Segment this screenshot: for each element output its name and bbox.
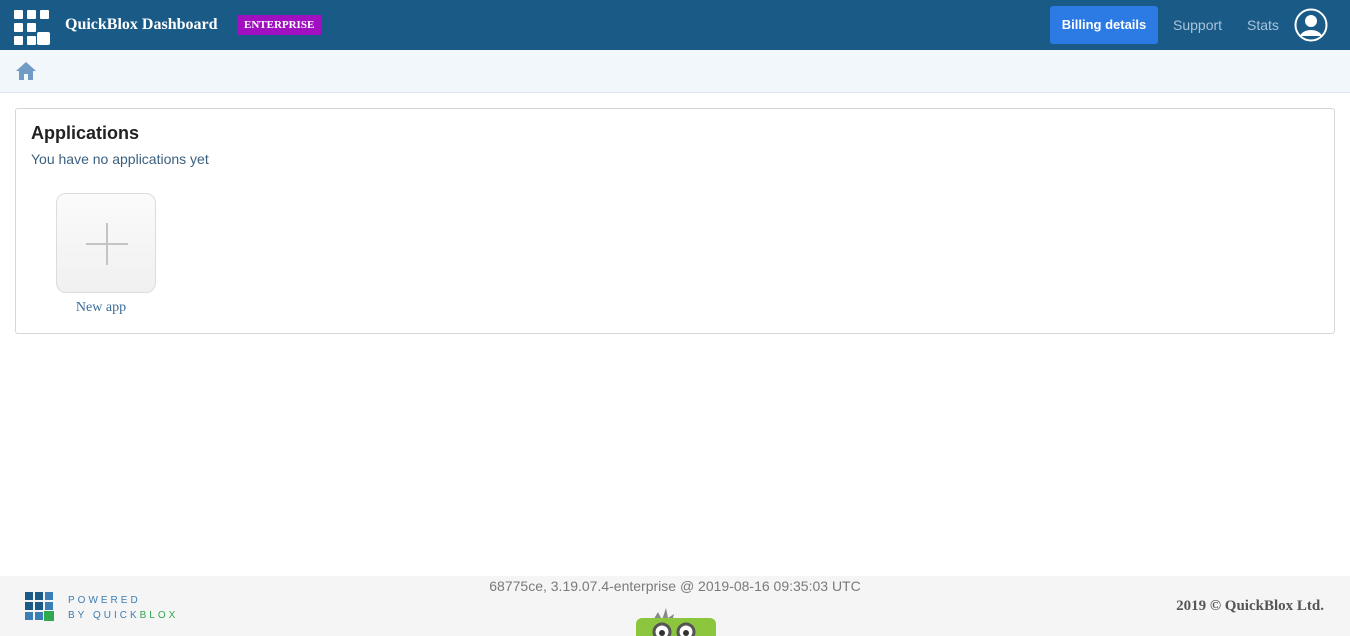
powered-brand: BLOX [139,610,179,621]
brand-title[interactable]: QuickBlox Dashboard [65,16,217,34]
plus-icon-bar [86,243,128,245]
empty-state-text: You have no applications yet [31,151,209,167]
new-app-link[interactable]: New app [56,300,146,316]
copyright-text: 2019 © QuickBlox Ltd. [1176,598,1324,614]
powered-by-text[interactable]: POWERED BY QUICKBLOX [68,593,178,623]
powered-line: POWERED [68,595,141,606]
quickblox-logo-icon[interactable] [14,10,50,46]
home-icon[interactable] [15,61,37,81]
nav-stats-link[interactable]: Stats [1247,17,1279,33]
mascot-icon [636,608,716,636]
applications-panel: Applications You have no applications ye… [15,108,1335,334]
top-navbar: QuickBlox Dashboard ENTERPRISE Billing d… [0,0,1350,50]
nav-support-link[interactable]: Support [1173,17,1222,33]
powered-by-logo-icon [25,592,55,622]
footer: POWERED BY QUICKBLOX 68775ce, 3.19.07.4-… [0,576,1350,636]
breadcrumb [0,50,1350,93]
new-app-button[interactable] [56,193,156,293]
page-title: Applications [31,123,140,143]
billing-details-button[interactable]: Billing details [1050,6,1158,44]
user-avatar-icon[interactable] [1294,8,1328,42]
powered-by-line: BY QUICK [68,610,140,621]
enterprise-badge: ENTERPRISE [237,15,322,35]
